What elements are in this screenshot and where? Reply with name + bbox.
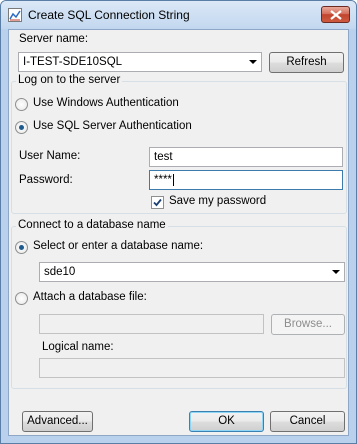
text-caret — [172, 173, 174, 186]
attach-database-label[interactable]: Attach a database file: — [33, 291, 147, 303]
server-name-value: I-TEST-SDE10SQL — [23, 56, 123, 68]
select-database-label[interactable]: Select or enter a database name: — [33, 240, 203, 252]
title-bar[interactable]: Create SQL Connection String — [1, 1, 356, 29]
chevron-down-icon[interactable] — [332, 270, 340, 274]
chevron-down-icon[interactable] — [249, 60, 257, 64]
database-name-combobox[interactable]: sde10 — [39, 262, 345, 282]
close-icon — [330, 10, 342, 20]
windows-auth-radio[interactable] — [15, 98, 28, 111]
attach-file-field[interactable] — [39, 314, 264, 334]
password-value: **** — [154, 174, 172, 186]
attach-database-radio[interactable] — [15, 292, 28, 305]
dialog-body: Server name: I-TEST-SDE10SQL Refresh Log… — [8, 29, 349, 436]
advanced-button[interactable]: Advanced... — [22, 411, 93, 432]
windows-auth-label[interactable]: Use Windows Authentication — [33, 97, 179, 109]
save-password-label[interactable]: Save my password — [169, 195, 266, 207]
password-label: Password: — [19, 174, 73, 186]
database-group-label: Connect to a database name — [16, 219, 168, 231]
ok-button[interactable]: OK — [189, 411, 264, 432]
cancel-button[interactable]: Cancel — [270, 411, 345, 432]
username-value: test — [154, 151, 173, 163]
database-name-value: sde10 — [44, 266, 76, 278]
browse-button[interactable]: Browse... — [271, 314, 345, 335]
app-icon — [8, 8, 22, 22]
logical-name-field[interactable] — [39, 358, 345, 378]
refresh-button[interactable]: Refresh — [269, 52, 344, 73]
checkmark-icon — [153, 198, 162, 207]
server-name-combobox[interactable]: I-TEST-SDE10SQL — [18, 52, 262, 72]
logon-group-label: Log on to the server — [16, 74, 123, 86]
password-field[interactable]: **** — [149, 170, 343, 190]
window-title: Create SQL Connection String — [28, 8, 190, 22]
username-field[interactable]: test — [149, 147, 343, 167]
logical-name-label: Logical name: — [42, 341, 114, 353]
sql-auth-label[interactable]: Use SQL Server Authentication — [33, 120, 192, 132]
sql-auth-radio[interactable] — [15, 121, 28, 134]
close-button[interactable] — [321, 6, 350, 23]
username-label: User Name: — [19, 150, 81, 162]
select-database-radio[interactable] — [15, 241, 28, 254]
save-password-checkbox[interactable] — [151, 196, 164, 209]
server-name-label: Server name: — [19, 33, 89, 45]
dialog-window: Create SQL Connection String Server name… — [0, 0, 357, 444]
